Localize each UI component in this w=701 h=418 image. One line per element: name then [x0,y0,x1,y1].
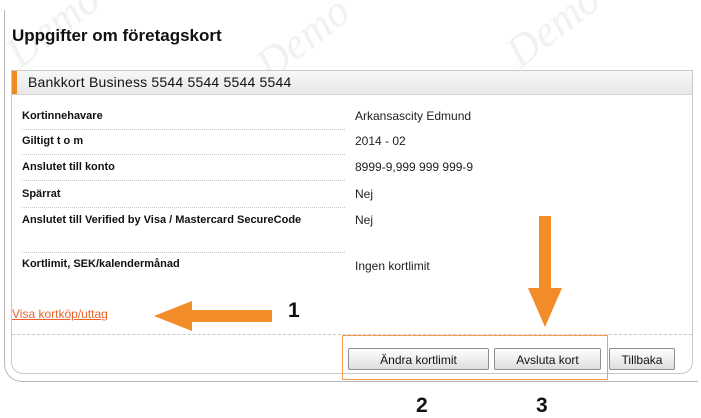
detail-value: Nej [355,187,374,201]
annotation-number-3: 3 [536,394,548,417]
detail-label: Kortlimit, SEK/kalendermånad [22,258,180,270]
annotation-arrow-down-icon [528,216,562,327]
detail-label: Spärrat [22,188,61,200]
close-card-button[interactable]: Avsluta kort [494,348,601,370]
change-card-limit-button[interactable]: Ändra kortlimit [348,348,489,370]
detail-row-linked-account: Anslutet till konto 8999-9,999 999 999-9 [22,159,473,181]
annotation-number-1: 1 [288,299,300,322]
card-header: Bankkort Business 5544 5544 5544 5544 [12,71,692,95]
detail-value: Ingen kortlimit [355,259,430,273]
view-card-purchases-link[interactable]: Visa kortköp/uttag [12,307,108,321]
detail-value: Arkansascity Edmund [355,109,472,123]
page-title: Uppgifter om företagskort [12,26,222,45]
back-button[interactable]: Tillbaka [609,348,675,370]
detail-label: Anslutet till konto [22,161,115,173]
detail-row-blocked: Spärrat Nej [22,186,373,208]
detail-label: Giltigt t o m [22,135,84,147]
annotation-number-2: 2 [416,394,428,417]
detail-label: Anslutet till Verified by Visa / Masterc… [22,214,302,226]
detail-label: Kortinnehavare [22,110,103,122]
detail-value: Nej [355,213,374,227]
detail-row-securecode: Anslutet till Verified by Visa / Masterc… [22,212,373,253]
card-header-title: Bankkort Business 5544 5544 5544 5544 [28,74,292,90]
detail-row-valid-through: Giltigt t o m 2014 - 02 [22,133,406,155]
header-accent-bar [12,71,17,94]
annotation-arrow-left-icon [154,301,272,331]
detail-row-card-limit: Kortlimit, SEK/kalendermånad Ingen kortl… [22,256,430,278]
detail-row-cardholder: Kortinnehavare Arkansascity Edmund [22,108,471,130]
detail-value: 8999-9,999 999 999-9 [355,160,474,174]
detail-value: 2014 - 02 [355,134,406,148]
